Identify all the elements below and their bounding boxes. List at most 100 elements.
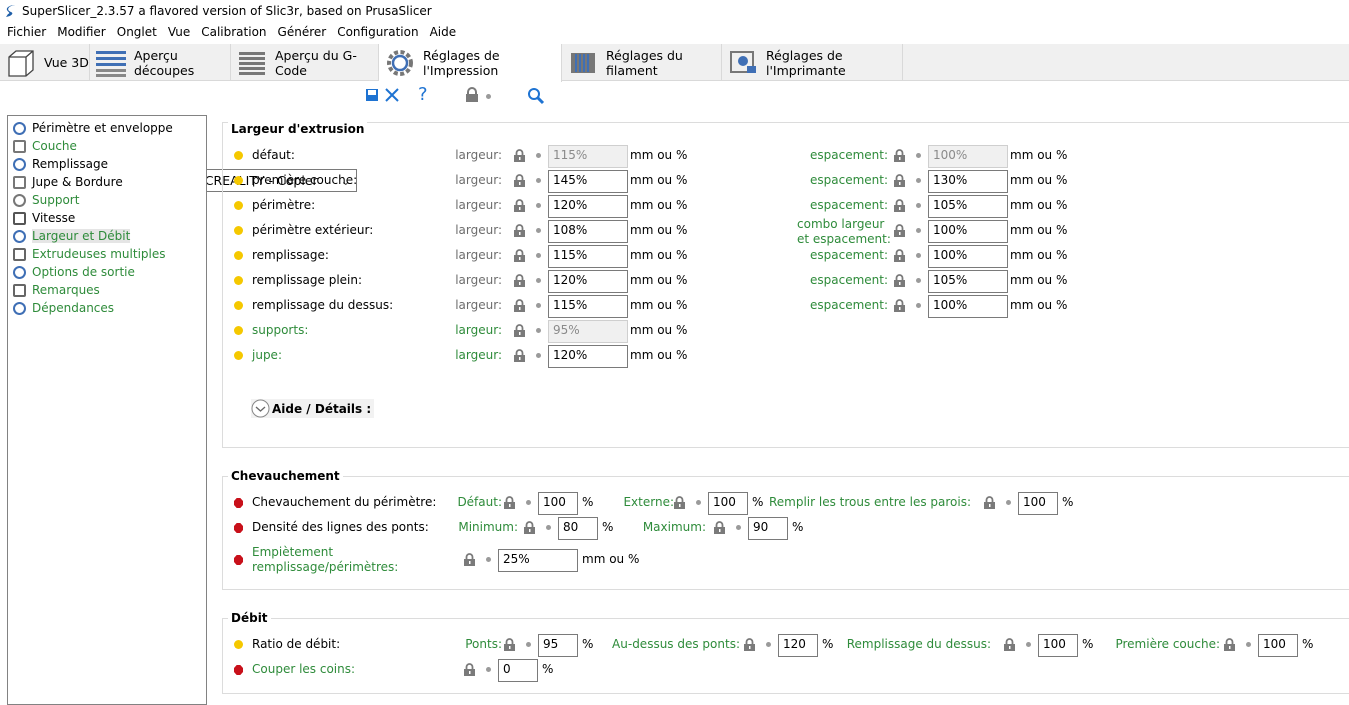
lock-icon[interactable] — [464, 553, 475, 566]
dot-icon — [916, 178, 921, 183]
value-input[interactable]: 95 — [538, 634, 578, 657]
value-input[interactable]: 105% — [928, 195, 1008, 218]
value-input[interactable]: 120% — [548, 270, 628, 293]
dot-icon — [1006, 500, 1011, 505]
lock-icon[interactable] — [514, 274, 525, 287]
menu-aide[interactable]: Aide — [430, 25, 457, 39]
lock-icon[interactable] — [894, 249, 905, 262]
speed-icon — [13, 211, 26, 225]
value-input[interactable]: 115% — [548, 245, 628, 268]
lock-icon[interactable] — [1004, 638, 1015, 651]
tab-r-glages-du-filament[interactable]: Réglages du filament — [562, 44, 722, 81]
spacing-label: espacement: — [809, 148, 888, 162]
tab-r-glages-de-l-imprimante[interactable]: Réglages de l'Imprimante — [722, 44, 903, 81]
sidebar-item-remarques[interactable]: Remarques — [13, 281, 100, 299]
value-input[interactable]: 100% — [928, 295, 1008, 318]
value-input[interactable]: 0 — [498, 659, 538, 682]
menu-générer[interactable]: Générer — [278, 25, 327, 39]
lock-icon[interactable] — [744, 638, 755, 651]
save-icon[interactable] — [365, 88, 379, 102]
spacing-label: espacement: — [809, 173, 888, 187]
tab-label: Réglages du filament — [606, 47, 683, 78]
delete-icon[interactable] — [384, 87, 400, 103]
unit-label: mm ou % — [630, 323, 688, 337]
lock-icon[interactable] — [894, 199, 905, 212]
value-input[interactable]: 130% — [928, 170, 1008, 193]
value-input[interactable]: 105% — [928, 270, 1008, 293]
value-input[interactable]: 90 — [748, 517, 788, 540]
menu-fichier[interactable]: Fichier — [7, 25, 46, 39]
lock-icon[interactable] — [984, 496, 995, 509]
lock-icon[interactable] — [674, 496, 685, 509]
value-input[interactable]: 100 — [1018, 492, 1058, 515]
lock-icon[interactable] — [514, 299, 525, 312]
sidebar-item-largeur-et-d-bit[interactable]: Largeur et Débit — [13, 227, 131, 245]
dot-icon — [536, 303, 541, 308]
lock-icon[interactable] — [514, 174, 525, 187]
value-input[interactable]: 120% — [548, 195, 628, 218]
sidebar-item-support[interactable]: Support — [13, 191, 79, 209]
value-input[interactable]: 100% — [928, 245, 1008, 268]
lock-icon[interactable] — [894, 299, 905, 312]
lock-icon[interactable] — [894, 224, 905, 237]
value-input[interactable]: 80 — [558, 517, 598, 540]
tab-aper-u-d-coupes[interactable]: Aperçu découpes — [90, 44, 231, 81]
value-input[interactable]: 145% — [548, 170, 628, 193]
lock-icon[interactable] — [514, 199, 525, 212]
sidebar-item-label: Largeur et Débit — [32, 229, 131, 243]
value-input[interactable]: 100 — [708, 492, 748, 515]
lock-icon[interactable] — [714, 521, 725, 534]
value-input: 100% — [928, 145, 1008, 168]
sidebar-item-vitesse[interactable]: Vitesse — [13, 209, 75, 227]
sidebar-item-extrudeuses-multiples[interactable]: Extrudeuses multiples — [13, 245, 166, 263]
value-input[interactable]: 100 — [538, 492, 578, 515]
lock-icon[interactable] — [464, 663, 475, 676]
menu-onglet[interactable]: Onglet — [117, 25, 157, 39]
lock-icon[interactable] — [504, 496, 515, 509]
value-input[interactable]: 25% — [498, 549, 578, 572]
lock-icon[interactable] — [504, 638, 515, 651]
sidebar-item-p-rim-tre-et-enveloppe[interactable]: Périmètre et enveloppe — [13, 119, 173, 137]
setting-label: remplissage: — [252, 248, 329, 262]
sidebar-item-options-de-sortie[interactable]: Options de sortie — [13, 263, 135, 281]
value-input[interactable]: 108% — [548, 220, 628, 243]
value-input[interactable]: 100 — [1258, 634, 1298, 657]
lock-icon[interactable] — [514, 349, 525, 362]
lock-icon[interactable] — [465, 87, 479, 103]
value-input[interactable]: 100% — [928, 220, 1008, 243]
dot-icon — [536, 178, 541, 183]
search-icon[interactable] — [527, 87, 545, 105]
lock-icon[interactable] — [514, 224, 525, 237]
tab-vue-3d[interactable]: Vue 3D — [0, 44, 90, 81]
sidebar-item-label: Vitesse — [32, 211, 76, 225]
menu-configuration[interactable]: Configuration — [337, 25, 418, 39]
lock-icon[interactable] — [1224, 638, 1235, 651]
value-input[interactable]: 115% — [548, 295, 628, 318]
sidebar-item-label: Couche — [32, 139, 77, 153]
group-title: Largeur d'extrusion — [228, 122, 368, 136]
lock-icon[interactable] — [514, 149, 525, 162]
lock-icon[interactable] — [894, 174, 905, 187]
menu-modifier[interactable]: Modifier — [57, 25, 106, 39]
sidebar-item-couche[interactable]: Couche — [13, 137, 77, 155]
menu-calibration[interactable]: Calibration — [201, 25, 266, 39]
lock-icon[interactable] — [524, 521, 535, 534]
value-input[interactable]: 100 — [1038, 634, 1078, 657]
lock-icon[interactable] — [514, 324, 525, 337]
help-details-toggle[interactable]: Aide / Détails : — [251, 399, 375, 418]
yellow-bullet-icon — [234, 201, 243, 210]
menu-vue[interactable]: Vue — [168, 25, 190, 39]
tab-label: Vue 3D — [44, 55, 89, 70]
lock-icon[interactable] — [894, 149, 905, 162]
preset-toolbar: 0.28mm SUPERDRAFT @CREALITY - Copier ⌄ ? — [0, 84, 1349, 192]
lock-icon[interactable] — [894, 274, 905, 287]
tab-aper-u-du-g-code[interactable]: Aperçu du G-Code — [231, 44, 379, 81]
help-icon[interactable]: ? — [418, 84, 428, 105]
value-input[interactable]: 120 — [778, 634, 818, 657]
tab-r-glages-de-l-impression[interactable]: Réglages de l'Impression — [379, 44, 562, 82]
sidebar-item-jupe-bordure[interactable]: Jupe & Bordure — [13, 173, 123, 191]
sidebar-item-d-pendances[interactable]: Dépendances — [13, 299, 114, 317]
sidebar-item-remplissage[interactable]: Remplissage — [13, 155, 108, 173]
value-input[interactable]: 120% — [548, 345, 628, 368]
lock-icon[interactable] — [514, 249, 525, 262]
